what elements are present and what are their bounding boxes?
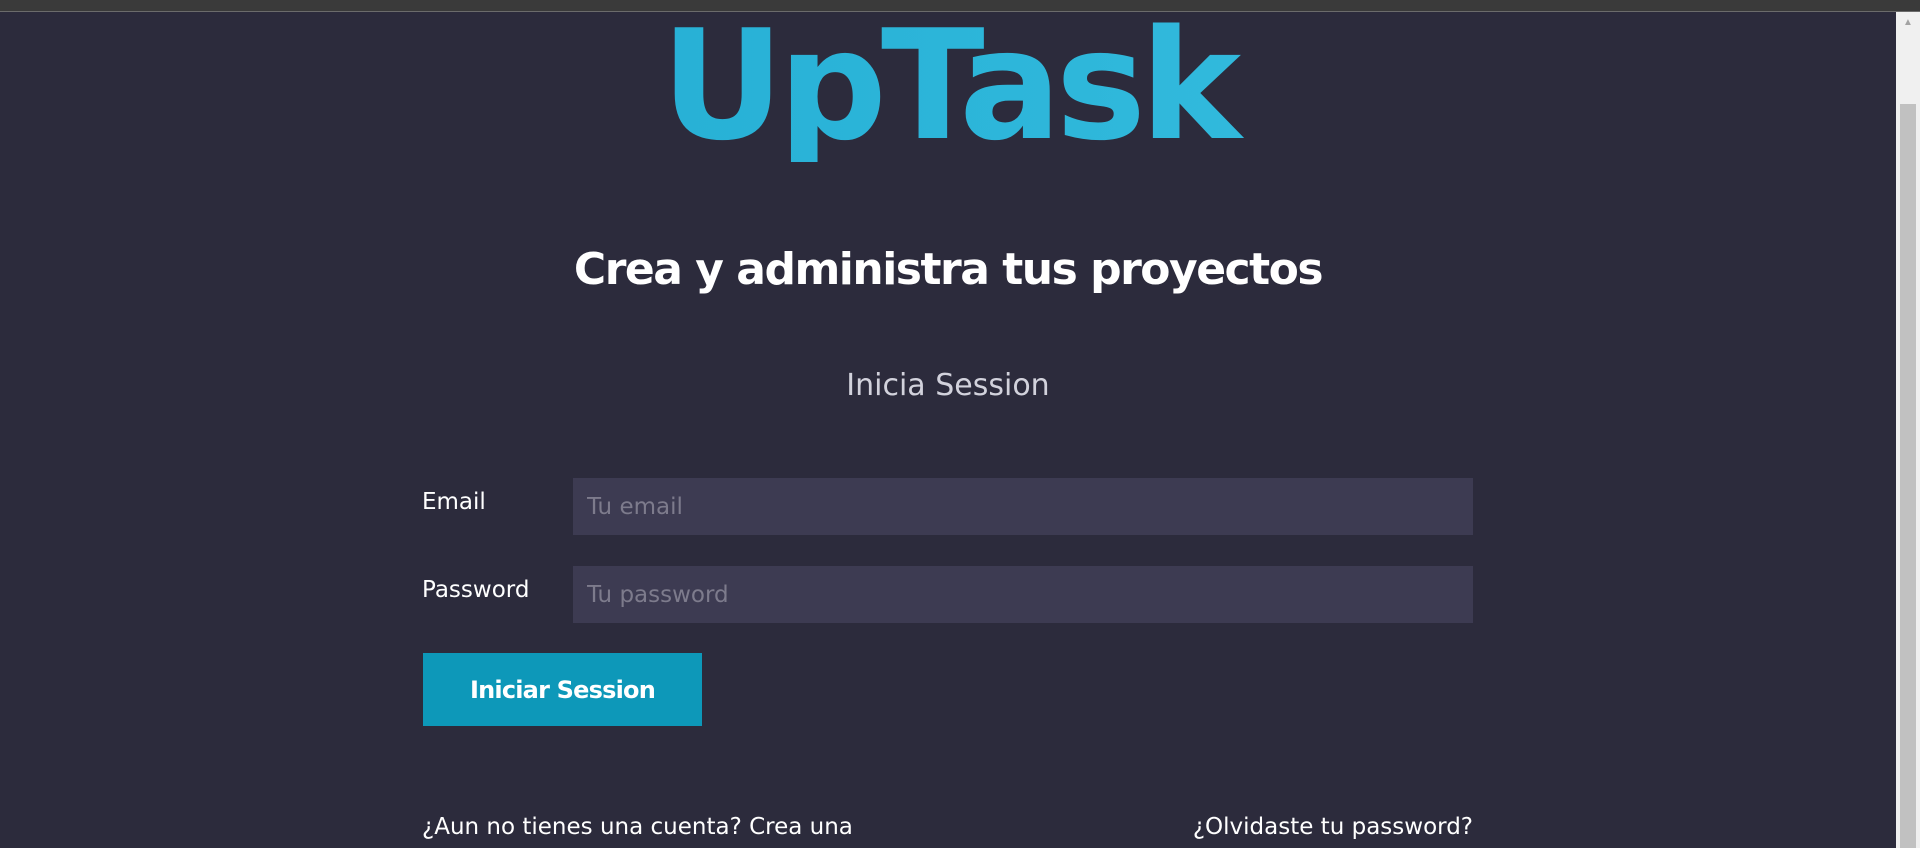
uptask-logo: UpTask [0, 10, 1896, 162]
scrollbar-thumb[interactable] [1900, 104, 1916, 848]
password-field[interactable] [573, 566, 1473, 623]
password-label: Password [422, 577, 530, 603]
forgot-password-link[interactable]: ¿Olvidaste tu password? [1193, 814, 1473, 840]
email-label: Email [422, 489, 486, 515]
email-field[interactable] [573, 478, 1473, 535]
vertical-scrollbar[interactable]: ▲ [1896, 12, 1920, 848]
login-page: UpTask Crea y administra tus proyectos I… [0, 10, 1896, 848]
page-subtitle: Inicia Session [846, 368, 1050, 403]
chevron-up-icon[interactable]: ▲ [1896, 12, 1920, 32]
create-account-link[interactable]: ¿Aun no tienes una cuenta? Crea una [422, 814, 853, 840]
login-button[interactable]: Iniciar Session [423, 653, 702, 726]
page-tagline: Crea y administra tus proyectos [573, 244, 1324, 295]
